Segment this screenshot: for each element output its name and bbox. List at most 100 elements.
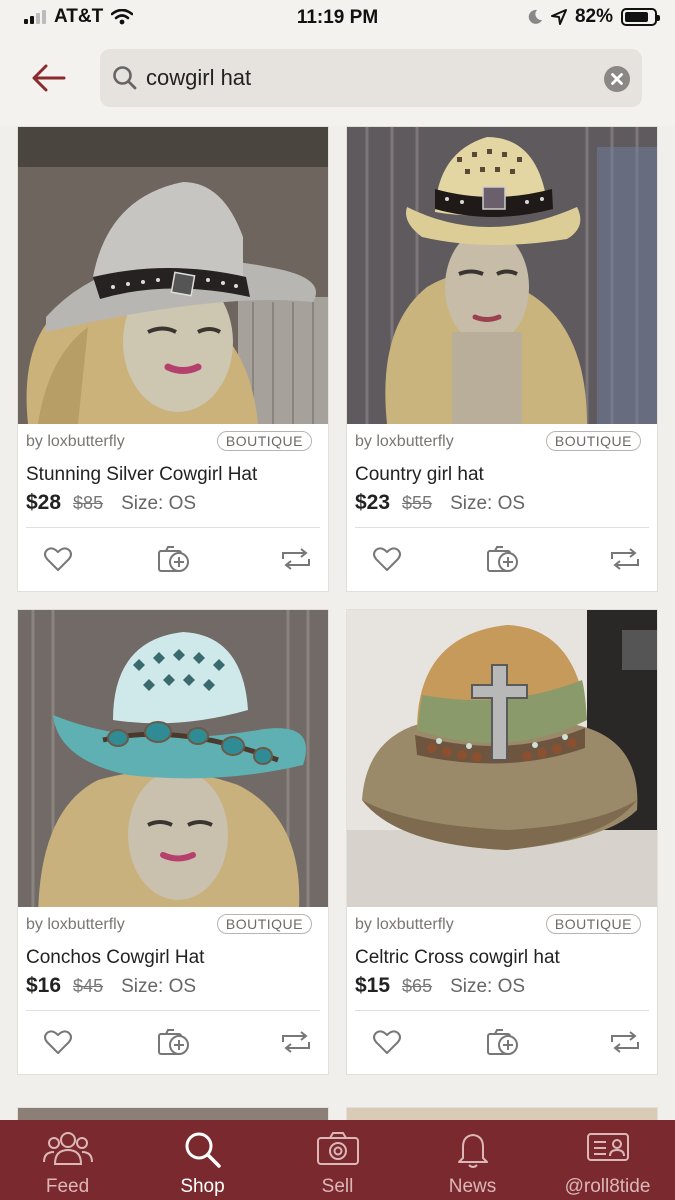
heart-icon bbox=[44, 547, 72, 571]
bundle-add-icon bbox=[158, 1029, 189, 1055]
share-button[interactable] bbox=[605, 1022, 645, 1062]
tab-label: Feed bbox=[45, 1176, 90, 1197]
listing-card-partial[interactable] bbox=[346, 1107, 658, 1120]
listing-price: $23 bbox=[355, 491, 391, 514]
listing-image[interactable] bbox=[18, 1108, 328, 1120]
listing-title[interactable]: Country girl hat bbox=[355, 464, 484, 486]
camera-icon bbox=[316, 1132, 359, 1165]
share-button[interactable] bbox=[276, 1022, 316, 1062]
battery-icon bbox=[621, 8, 660, 26]
listing-price: $16 bbox=[26, 974, 62, 997]
tab-news[interactable]: News bbox=[405, 1120, 540, 1200]
straw-hat-photo bbox=[347, 127, 657, 424]
clear-search-button[interactable] bbox=[604, 66, 630, 92]
boutique-badge: BOUTIQUE bbox=[216, 431, 312, 451]
original-price: $55 bbox=[402, 493, 433, 513]
card-actions bbox=[18, 1022, 328, 1062]
turquoise-hat-photo bbox=[18, 610, 328, 907]
back-arrow-icon bbox=[32, 64, 66, 92]
tab-shop[interactable]: Shop bbox=[135, 1120, 270, 1200]
listing-size: Size: OS bbox=[121, 493, 197, 514]
price-row: $15 $65 Size: OS bbox=[355, 974, 525, 998]
bottom-tab-bar: Feed Shop Sell News @roll8tide bbox=[0, 1120, 675, 1200]
bell-icon bbox=[457, 1134, 488, 1168]
bundle-add-icon bbox=[487, 546, 518, 572]
tab-feed[interactable]: Feed bbox=[0, 1120, 135, 1200]
back-button[interactable] bbox=[28, 58, 72, 98]
tab-profile[interactable]: @roll8tide bbox=[540, 1120, 675, 1200]
like-button[interactable] bbox=[38, 539, 78, 579]
listing-card-partial[interactable] bbox=[17, 1107, 329, 1120]
add-to-bundle-button[interactable] bbox=[483, 539, 523, 579]
listing-grid: by loxbutterfly BOUTIQUE Stunning Silver… bbox=[0, 126, 675, 1120]
listing-size: Size: OS bbox=[450, 976, 526, 997]
heart-icon bbox=[44, 1030, 72, 1054]
status-bar: AT&T 11:19 PM 82% bbox=[0, 0, 675, 36]
boutique-badge: BOUTIQUE bbox=[545, 431, 641, 451]
listing-size: Size: OS bbox=[450, 493, 526, 514]
original-price: $65 bbox=[402, 976, 433, 996]
search-box[interactable] bbox=[100, 49, 642, 107]
listing-size: Size: OS bbox=[121, 976, 197, 997]
like-button[interactable] bbox=[38, 1022, 78, 1062]
listing-title[interactable]: Stunning Silver Cowgirl Hat bbox=[26, 464, 257, 486]
share-icon bbox=[611, 548, 639, 570]
tab-label: News bbox=[448, 1176, 497, 1197]
heart-icon bbox=[373, 1030, 401, 1054]
location-arrow-icon bbox=[550, 9, 567, 25]
seller-name[interactable]: by loxbutterfly bbox=[355, 433, 454, 451]
listing-title[interactable]: Celtric Cross cowgirl hat bbox=[355, 947, 560, 969]
listing-image[interactable] bbox=[18, 610, 328, 907]
seller-name[interactable]: by loxbutterfly bbox=[26, 433, 125, 451]
boutique-badge: BOUTIQUE bbox=[216, 914, 312, 934]
clear-icon bbox=[611, 73, 623, 85]
share-button[interactable] bbox=[276, 539, 316, 579]
search-header bbox=[0, 36, 675, 126]
card-actions bbox=[18, 539, 328, 579]
share-icon bbox=[611, 1031, 639, 1053]
listing-image[interactable] bbox=[347, 127, 657, 424]
price-row: $28 $85 Size: OS bbox=[26, 491, 196, 515]
silver-hat-photo bbox=[18, 127, 328, 424]
listing-card[interactable]: by loxbutterfly BOUTIQUE Country girl ha… bbox=[346, 126, 658, 592]
add-to-bundle-button[interactable] bbox=[154, 539, 194, 579]
listing-card[interactable]: by loxbutterfly BOUTIQUE Conchos Cowgirl… bbox=[17, 609, 329, 1075]
card-divider bbox=[26, 1010, 320, 1011]
seller-name[interactable]: by loxbutterfly bbox=[355, 916, 454, 934]
like-button[interactable] bbox=[367, 539, 407, 579]
original-price: $85 bbox=[73, 493, 104, 513]
tab-label: Shop bbox=[180, 1176, 225, 1197]
cross-hat-photo bbox=[347, 610, 657, 907]
bundle-add-icon bbox=[487, 1029, 518, 1055]
card-actions bbox=[347, 1022, 657, 1062]
listing-card[interactable]: by loxbutterfly BOUTIQUE Stunning Silver… bbox=[17, 126, 329, 592]
add-to-bundle-button[interactable] bbox=[483, 1022, 523, 1062]
listing-price: $28 bbox=[26, 491, 62, 514]
add-to-bundle-button[interactable] bbox=[154, 1022, 194, 1062]
like-button[interactable] bbox=[367, 1022, 407, 1062]
original-price: $45 bbox=[73, 976, 104, 996]
search-icon bbox=[113, 66, 137, 90]
heart-icon bbox=[373, 547, 401, 571]
tab-sell[interactable]: Sell bbox=[270, 1120, 405, 1200]
listing-image[interactable] bbox=[347, 610, 657, 907]
card-divider bbox=[355, 527, 649, 528]
search-input[interactable] bbox=[146, 61, 586, 95]
tab-label: Sell bbox=[321, 1176, 354, 1197]
tab-label: @roll8tide bbox=[564, 1176, 651, 1197]
listing-card[interactable]: by loxbutterfly BOUTIQUE Celtric Cross c… bbox=[346, 609, 658, 1075]
listing-image[interactable] bbox=[347, 1108, 657, 1120]
listing-title[interactable]: Conchos Cowgirl Hat bbox=[26, 947, 204, 969]
card-actions bbox=[347, 539, 657, 579]
price-row: $16 $45 Size: OS bbox=[26, 974, 196, 998]
card-divider bbox=[355, 1010, 649, 1011]
boutique-badge: BOUTIQUE bbox=[545, 914, 641, 934]
share-icon bbox=[282, 548, 310, 570]
listing-image[interactable] bbox=[18, 127, 328, 424]
seller-name[interactable]: by loxbutterfly bbox=[26, 916, 125, 934]
listing-price: $15 bbox=[355, 974, 391, 997]
share-icon bbox=[282, 1031, 310, 1053]
status-right: 82% bbox=[527, 6, 660, 28]
share-button[interactable] bbox=[605, 539, 645, 579]
search-icon bbox=[185, 1132, 221, 1168]
